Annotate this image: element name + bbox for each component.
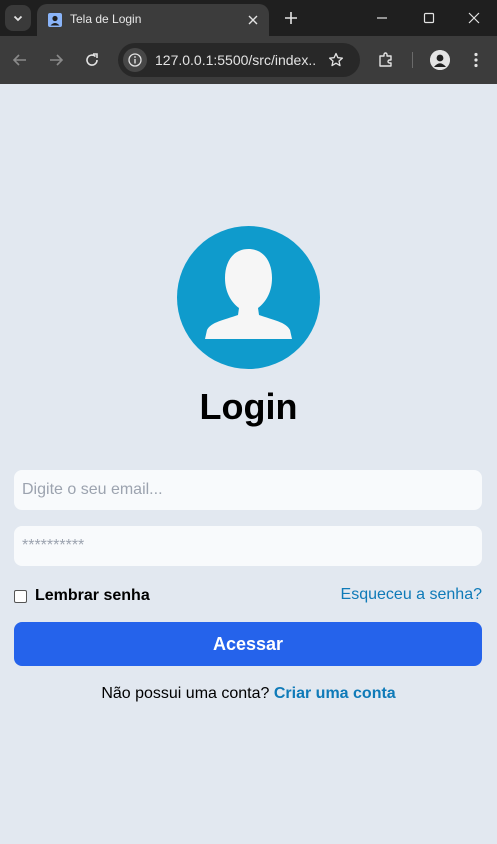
tab-close-button[interactable] — [245, 12, 261, 28]
back-icon — [12, 54, 26, 66]
remember-me[interactable]: Lembrar senha — [14, 586, 150, 606]
profile-icon — [430, 50, 450, 70]
forward-icon — [50, 54, 64, 66]
tab-title: Tela de Login — [70, 12, 142, 26]
reload-button[interactable] — [80, 48, 104, 72]
address-bar[interactable]: 127.0.0.1:5500/src/index... — [118, 43, 360, 77]
remember-label: Lembrar senha — [35, 587, 150, 604]
close-icon — [248, 15, 258, 25]
extensions-button[interactable] — [374, 48, 398, 72]
info-icon — [128, 53, 142, 67]
active-tab[interactable]: Tela de Login — [37, 4, 269, 36]
tab-search-button[interactable] — [5, 5, 31, 31]
new-tab-button[interactable] — [280, 7, 302, 29]
star-icon — [328, 52, 344, 67]
forward-button[interactable] — [44, 48, 68, 72]
signup-prompt-text: Não possui uma conta? — [101, 685, 270, 702]
signup-prompt: Não possui uma conta? Criar uma conta — [0, 685, 497, 703]
email-field[interactable] — [14, 470, 482, 510]
maximize-icon — [423, 12, 435, 24]
login-page: Login Lembrar senha Esqueceu a senha? Ac… — [0, 84, 497, 844]
password-field[interactable] — [14, 526, 482, 566]
bookmark-button[interactable] — [326, 50, 346, 70]
menu-dots-icon — [474, 52, 478, 68]
create-account-link[interactable]: Criar uma conta — [274, 685, 396, 702]
url-text: 127.0.0.1:5500/src/index... — [155, 52, 315, 68]
chevron-down-icon — [13, 15, 23, 22]
back-button[interactable] — [8, 48, 32, 72]
user-avatar-icon — [177, 226, 320, 369]
minimize-icon — [377, 17, 387, 19]
login-button[interactable]: Acessar — [14, 622, 482, 666]
favicon-icon — [48, 13, 62, 27]
page-title: Login — [199, 386, 298, 427]
plus-icon — [285, 12, 297, 24]
minimize-button[interactable] — [359, 0, 405, 36]
reload-icon — [86, 53, 98, 66]
browser-toolbar: 127.0.0.1:5500/src/index... — [0, 36, 497, 84]
window-close-button[interactable] — [451, 0, 497, 36]
forgot-password-link[interactable]: Esqueceu a senha? — [341, 586, 482, 604]
maximize-button[interactable] — [406, 0, 452, 36]
tab-bar: Tela de Login — [0, 0, 497, 36]
window-close-icon — [468, 12, 480, 24]
menu-button[interactable] — [464, 48, 488, 72]
profile-button[interactable] — [430, 50, 450, 70]
extensions-icon — [379, 52, 392, 67]
site-info-button[interactable] — [123, 48, 147, 72]
remember-checkbox[interactable] — [14, 589, 27, 603]
toolbar-divider — [412, 52, 413, 68]
